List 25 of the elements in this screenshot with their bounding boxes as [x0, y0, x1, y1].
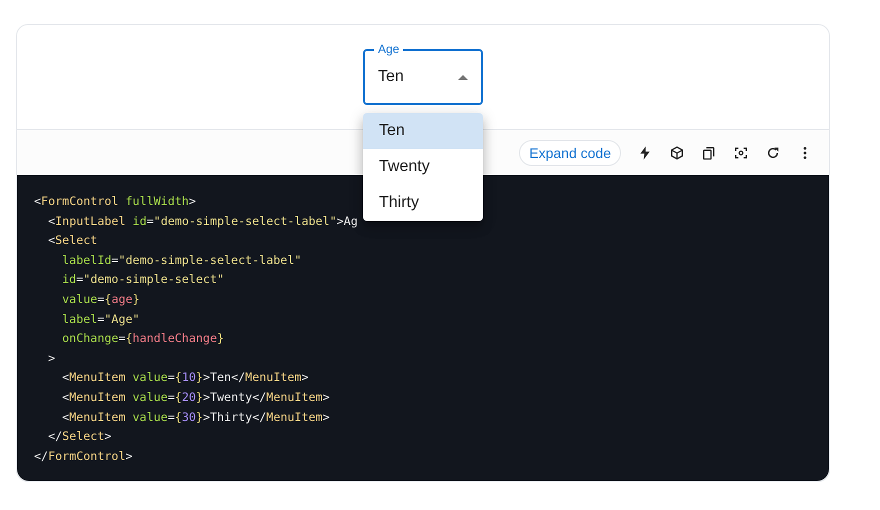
- screenshot-icon[interactable]: [733, 144, 749, 160]
- code-line: <FormControl fullWidth>: [34, 193, 196, 210]
- code-line: <MenuItem value={20}>Twenty</MenuItem>: [61, 388, 330, 406]
- code-line: id="demo-simple-select": [61, 271, 224, 288]
- select-label: Age: [374, 42, 404, 56]
- code-line: value={age}: [61, 290, 140, 308]
- code-line: label="Age": [61, 310, 140, 328]
- code-line: <InputLabel id="demo-simple-select-label">Ag: [47, 212, 358, 230]
- refresh-icon[interactable]: [765, 144, 781, 160]
- code-line: labelId="demo-simple-select-label": [61, 252, 302, 269]
- copy-icon[interactable]: [701, 144, 717, 160]
- menu-item[interactable]: Ten: [363, 113, 483, 149]
- cube-icon[interactable]: [669, 144, 685, 160]
- select-value: Ten: [378, 68, 405, 86]
- code-line: <MenuItem value={10}>Ten</MenuItem>: [61, 369, 309, 386]
- menu-item[interactable]: Twenty: [363, 149, 483, 185]
- code-line: </FormControl>: [34, 448, 133, 465]
- menu-item[interactable]: Thirty: [363, 185, 483, 221]
- code-line: onChange={handleChange}: [61, 330, 224, 348]
- expand-code-button[interactable]: Expand code: [519, 140, 621, 166]
- code-line: <Select: [47, 232, 98, 250]
- code-line: >: [47, 350, 56, 367]
- caret-icon: [458, 74, 468, 80]
- code-line: <MenuItem value={30}>Thirty</MenuItem>: [61, 408, 330, 426]
- code-line: </Select>: [47, 428, 112, 446]
